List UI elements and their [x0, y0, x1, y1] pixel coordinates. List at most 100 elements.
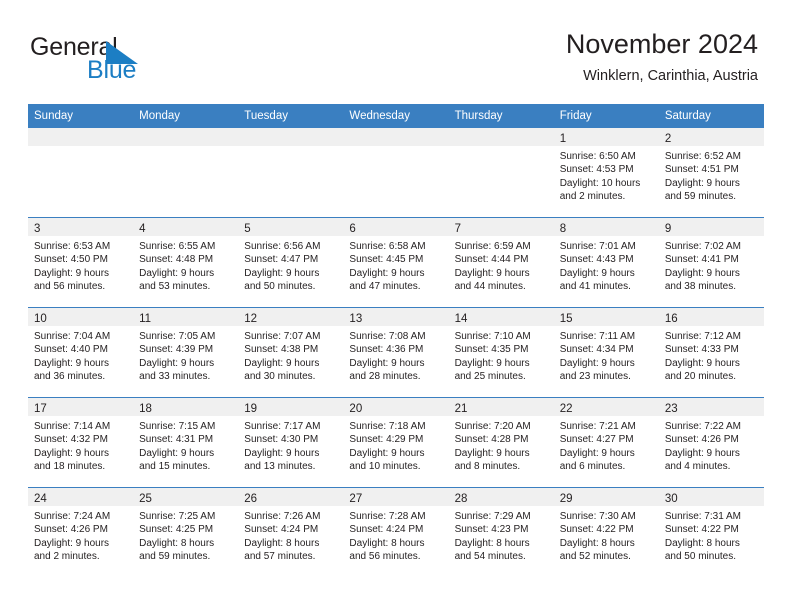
daylight-text-line1: Daylight: 8 hours	[559, 537, 635, 549]
sunrise-text: Sunrise: 7:28 AM	[349, 511, 426, 522]
sunset-text: Sunset: 4:36 PM	[349, 344, 424, 356]
day-sun-info: Sunrise: 7:14 AM Sunset: 4:32 PM Daylight:…	[28, 416, 133, 474]
sunrise-text: Sunrise: 7:04 AM	[34, 331, 111, 342]
daylight-text-line1: Daylight: 9 hours	[559, 267, 635, 279]
daylight-text-line2: and 56 minutes.	[349, 551, 421, 563]
day-number: 26	[244, 493, 258, 505]
day-number-band: 22	[553, 398, 659, 416]
daylight-text-line1: Daylight: 9 hours	[559, 357, 635, 369]
daylight-text-line1: Daylight: 9 hours	[559, 447, 635, 459]
brand-logo[interactable]: General Blue	[30, 33, 180, 89]
sunrise-text: Sunrise: 7:26 AM	[244, 511, 321, 522]
sunrise-text: Sunrise: 7:25 AM	[139, 511, 216, 522]
daylight-text-line2: and 6 minutes.	[559, 461, 626, 473]
calendar-day-cell[interactable]: 24 Sunrise: 7:24 AM Sunset: 4:26 PM Dayligh…	[28, 487, 134, 577]
day-sun-info: Sunrise: 7:05 AM Sunset: 4:39 PM Daylight:…	[133, 326, 238, 384]
calendar-day-cell[interactable]: 10 Sunrise: 7:04 AM Sunset: 4:40 PM Dayligh…	[28, 307, 134, 398]
daylight-text-line2: and 59 minutes.	[139, 551, 211, 563]
calendar-day-cell[interactable]: 14 Sunrise: 7:10 AM Sunset: 4:35 PM Dayligh…	[448, 307, 554, 398]
sunset-text: Sunset: 4:27 PM	[559, 434, 634, 446]
calendar-day-cell[interactable]: 30 Sunrise: 7:31 AM Sunset: 4:22 PM Dayligh…	[658, 487, 764, 577]
sunrise-text: Sunrise: 7:01 AM	[559, 241, 636, 252]
page-title: November 2024	[565, 29, 758, 59]
sunset-text: Sunset: 4:48 PM	[139, 254, 214, 266]
day-sun-info: Sunrise: 7:02 AM Sunset: 4:41 PM Daylight:…	[659, 236, 764, 294]
day-sun-info: Sunrise: 7:24 AM Sunset: 4:26 PM Daylight:…	[28, 506, 133, 564]
sunset-text: Sunset: 4:25 PM	[139, 524, 214, 536]
daylight-text-line1: Daylight: 9 hours	[139, 357, 215, 369]
day-sun-info: Sunrise: 7:22 AM Sunset: 4:26 PM Daylight:…	[659, 416, 764, 474]
calendar-day-cell[interactable]: 22 Sunrise: 7:21 AM Sunset: 4:27 PM Dayligh…	[553, 397, 659, 488]
day-cell-empty	[238, 128, 344, 217]
calendar-day-cell[interactable]: 7 Sunrise: 6:59 AM Sunset: 4:44 PM Daylight…	[448, 217, 554, 308]
day-cell: 16 Sunrise: 7:12 AM Sunset: 4:33 PM Dayligh…	[658, 308, 764, 397]
day-cell: 5 Sunrise: 6:56 AM Sunset: 4:47 PM Daylight…	[238, 218, 344, 307]
sunset-text: Sunset: 4:45 PM	[349, 254, 424, 266]
day-number: 4	[139, 223, 146, 235]
day-number: 27	[349, 493, 363, 505]
day-cell: 12 Sunrise: 7:07 AM Sunset: 4:38 PM Dayligh…	[238, 308, 344, 397]
calendar-day-cell[interactable]: 2 Sunrise: 6:52 AM Sunset: 4:51 PM Daylight…	[658, 128, 764, 218]
day-sun-info: Sunrise: 6:50 AM Sunset: 4:53 PM Daylight:…	[554, 146, 659, 204]
calendar-day-cell[interactable]	[343, 128, 449, 218]
calendar-day-cell[interactable]: 4 Sunrise: 6:55 AM Sunset: 4:48 PM Daylight…	[133, 217, 239, 308]
sunrise-text: Sunrise: 7:29 AM	[454, 511, 531, 522]
calendar-day-cell[interactable]	[28, 128, 134, 218]
day-cell: 2 Sunrise: 6:52 AM Sunset: 4:51 PM Daylight…	[658, 128, 764, 217]
calendar-day-cell[interactable]: 5 Sunrise: 6:56 AM Sunset: 4:47 PM Daylight…	[238, 217, 344, 308]
calendar-day-cell[interactable]: 16 Sunrise: 7:12 AM Sunset: 4:33 PM Dayligh…	[658, 307, 764, 398]
daylight-text-line1: Daylight: 9 hours	[454, 357, 530, 369]
sunset-text: Sunset: 4:38 PM	[244, 344, 319, 356]
calendar-day-cell[interactable]: 21 Sunrise: 7:20 AM Sunset: 4:28 PM Dayligh…	[448, 397, 554, 488]
calendar-day-cell[interactable]: 13 Sunrise: 7:08 AM Sunset: 4:36 PM Dayligh…	[343, 307, 449, 398]
calendar-day-cell[interactable]	[448, 128, 554, 218]
calendar-day-cell[interactable]: 28 Sunrise: 7:29 AM Sunset: 4:23 PM Dayligh…	[448, 487, 554, 577]
calendar-day-cell[interactable]: 6 Sunrise: 6:58 AM Sunset: 4:45 PM Daylight…	[343, 217, 449, 308]
day-number: 17	[34, 403, 47, 415]
day-number-band: 13	[343, 308, 449, 326]
day-number: 3	[34, 223, 41, 235]
daylight-text-line1: Daylight: 9 hours	[349, 447, 425, 459]
calendar-day-cell[interactable]: 19 Sunrise: 7:17 AM Sunset: 4:30 PM Dayligh…	[238, 397, 344, 488]
day-sun-info: Sunrise: 7:10 AM Sunset: 4:35 PM Daylight:…	[449, 326, 554, 384]
calendar-day-cell[interactable]: 3 Sunrise: 6:53 AM Sunset: 4:50 PM Daylight…	[28, 217, 134, 308]
calendar-day-cell[interactable]: 26 Sunrise: 7:26 AM Sunset: 4:24 PM Dayligh…	[238, 487, 344, 577]
calendar-day-cell[interactable]	[133, 128, 239, 218]
day-number-band	[343, 128, 449, 146]
daylight-text-line1: Daylight: 9 hours	[454, 267, 530, 279]
calendar-day-cell[interactable]: 25 Sunrise: 7:25 AM Sunset: 4:25 PM Dayligh…	[133, 487, 239, 577]
day-number-band: 28	[448, 488, 554, 506]
day-cell: 24 Sunrise: 7:24 AM Sunset: 4:26 PM Dayligh…	[28, 488, 134, 577]
day-number: 1	[559, 133, 567, 145]
sunrise-text: Sunrise: 7:17 AM	[244, 421, 321, 432]
day-number-band	[133, 128, 239, 146]
day-number: 30	[664, 493, 678, 505]
day-cell: 26 Sunrise: 7:26 AM Sunset: 4:24 PM Dayligh…	[238, 488, 344, 577]
calendar-week-row: 3 Sunrise: 6:53 AM Sunset: 4:50 PM Daylight…	[28, 217, 764, 308]
calendar-day-cell[interactable]: 29 Sunrise: 7:30 AM Sunset: 4:22 PM Dayligh…	[553, 487, 659, 577]
calendar-day-cell[interactable]: 17 Sunrise: 7:14 AM Sunset: 4:32 PM Dayligh…	[28, 397, 134, 488]
daylight-text-line1: Daylight: 8 hours	[244, 537, 320, 549]
day-cell-empty	[448, 128, 554, 217]
calendar-day-cell[interactable]: 27 Sunrise: 7:28 AM Sunset: 4:24 PM Dayligh…	[343, 487, 449, 577]
weekday-header-friday: Friday	[553, 104, 659, 128]
calendar-day-cell[interactable]: 9 Sunrise: 7:02 AM Sunset: 4:41 PM Daylight…	[658, 217, 764, 308]
daylight-text-line2: and 25 minutes.	[454, 371, 526, 383]
calendar-day-cell[interactable]: 1 Sunrise: 6:50 AM Sunset: 4:53 PM Daylight…	[553, 128, 659, 218]
calendar-day-cell[interactable]: 11 Sunrise: 7:05 AM Sunset: 4:39 PM Dayligh…	[133, 307, 239, 398]
day-number-band: 1	[553, 128, 659, 146]
calendar-day-cell[interactable]: 12 Sunrise: 7:07 AM Sunset: 4:38 PM Dayligh…	[238, 307, 344, 398]
calendar-day-cell[interactable]: 23 Sunrise: 7:22 AM Sunset: 4:26 PM Dayligh…	[658, 397, 764, 488]
day-number-band: 11	[133, 308, 239, 326]
daylight-text-line1: Daylight: 9 hours	[34, 447, 110, 459]
calendar-day-cell[interactable]	[238, 128, 344, 218]
daylight-text-line2: and 36 minutes.	[34, 371, 106, 383]
sunset-text: Sunset: 4:24 PM	[244, 524, 319, 536]
calendar-day-cell[interactable]: 18 Sunrise: 7:15 AM Sunset: 4:31 PM Dayligh…	[133, 397, 239, 488]
calendar-header-row: Sunday Monday Tuesday Wednesday Thursday…	[28, 104, 764, 128]
calendar-day-cell[interactable]: 8 Sunrise: 7:01 AM Sunset: 4:43 PM Daylight…	[553, 217, 659, 308]
day-cell: 22 Sunrise: 7:21 AM Sunset: 4:27 PM Dayligh…	[553, 398, 659, 487]
calendar-day-cell[interactable]: 15 Sunrise: 7:11 AM Sunset: 4:34 PM Dayligh…	[553, 307, 659, 398]
calendar-day-cell[interactable]: 20 Sunrise: 7:18 AM Sunset: 4:29 PM Dayligh…	[343, 397, 449, 488]
daylight-text-line1: Daylight: 9 hours	[664, 447, 740, 459]
